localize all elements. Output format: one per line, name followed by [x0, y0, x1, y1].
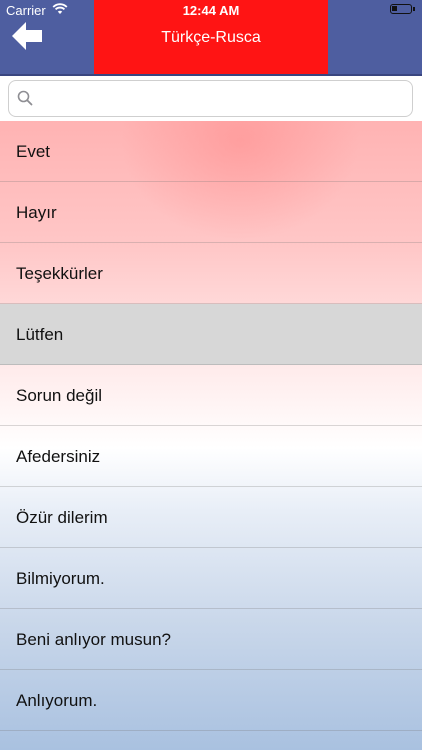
list-item-label: Bilmiyorum. — [16, 569, 105, 588]
list-item[interactable]: Afedersiniz — [0, 426, 422, 487]
list-item[interactable]: Anlıyorum. — [0, 670, 422, 731]
battery-icon — [390, 4, 415, 14]
list-item-label: Anlıyorum. — [16, 691, 98, 710]
list-item[interactable]: Lütfen — [0, 304, 422, 365]
list-item-label: Afedersiniz — [16, 447, 101, 466]
list-item[interactable]: Teşekkürler — [0, 243, 422, 304]
search-input[interactable] — [39, 81, 412, 116]
search-field[interactable] — [8, 80, 413, 117]
list-item-label: Lütfen — [16, 325, 64, 344]
list-item-label: Teşekkürler — [16, 264, 103, 283]
navigation-bar: Carrier 12:44 AM Türkçe-Rusca — [0, 0, 422, 76]
list-item-label: Özür dilerim — [16, 508, 108, 527]
list-item[interactable]: Beni anlıyor musun? — [0, 609, 422, 670]
list-item[interactable]: Özür dilerim — [0, 487, 422, 548]
list-item-label: Sorun değil — [16, 386, 103, 405]
phrase-list: Evet Hayır Teşekkürler Lütfen Sorun değil Afe… — [0, 121, 422, 750]
list-item[interactable]: Bilmiyorum. — [0, 548, 422, 609]
status-time: 12:44 AM — [182, 3, 240, 18]
list-item-label: Hayır — [16, 203, 57, 222]
list-item-label: Evet — [16, 142, 51, 161]
search-icon — [17, 90, 33, 106]
list-item-label: Beni anlıyor musun? — [16, 630, 171, 649]
battery-level — [392, 6, 397, 11]
arrow-left-icon — [12, 22, 42, 50]
list-item[interactable]: Sorun değil — [0, 365, 422, 426]
back-button[interactable] — [10, 20, 44, 52]
list-item[interactable]: Evet — [0, 121, 422, 182]
search-bar — [0, 76, 422, 121]
page-title: Türkçe-Rusca — [161, 29, 261, 46]
list-item[interactable]: Hayır — [0, 182, 422, 243]
